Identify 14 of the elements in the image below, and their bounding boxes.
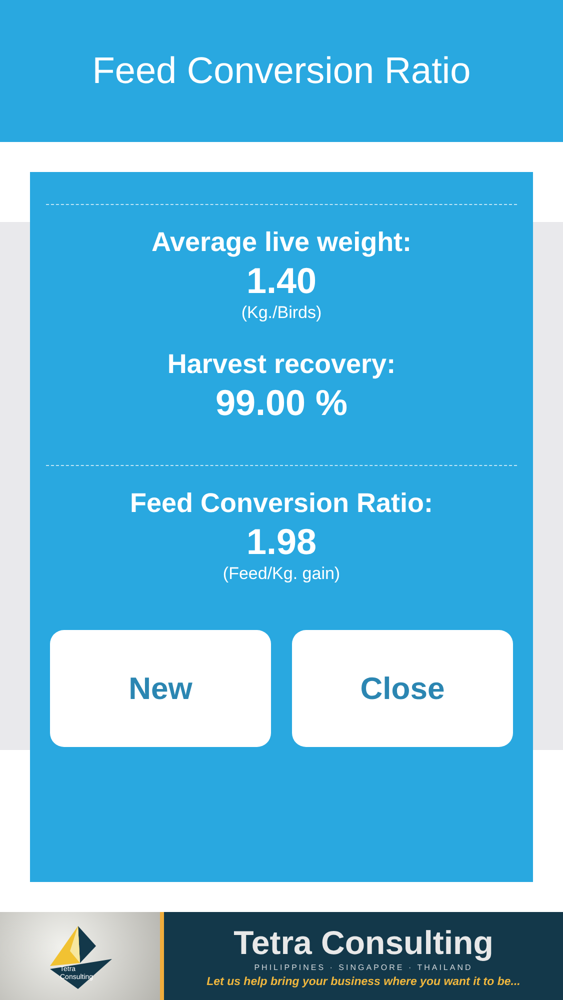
action-button[interactable]: Close: [292, 630, 513, 747]
result-label: Harvest recovery:: [167, 348, 396, 381]
result-label: Feed Conversion Ratio:: [130, 487, 434, 520]
action-button[interactable]: New: [50, 630, 271, 747]
result-value: 1.40: [246, 259, 317, 303]
banner-subtitle: PHILIPPINES · SINGAPORE · THAILAND: [254, 962, 473, 972]
result-label: Average live weight:: [151, 226, 412, 259]
banner-title: Tetra Consulting: [234, 924, 494, 960]
unit-label: (Feed/Kg. gain): [222, 564, 340, 584]
page-title: Feed Conversion Ratio: [92, 50, 471, 92]
banner-slogan: Let us help bring your business where you want it to be...: [206, 976, 520, 988]
result-value: 1.98: [246, 520, 317, 564]
result-value: 99.00 %: [215, 381, 348, 425]
unit-label: (Kg./Birds): [241, 303, 322, 323]
